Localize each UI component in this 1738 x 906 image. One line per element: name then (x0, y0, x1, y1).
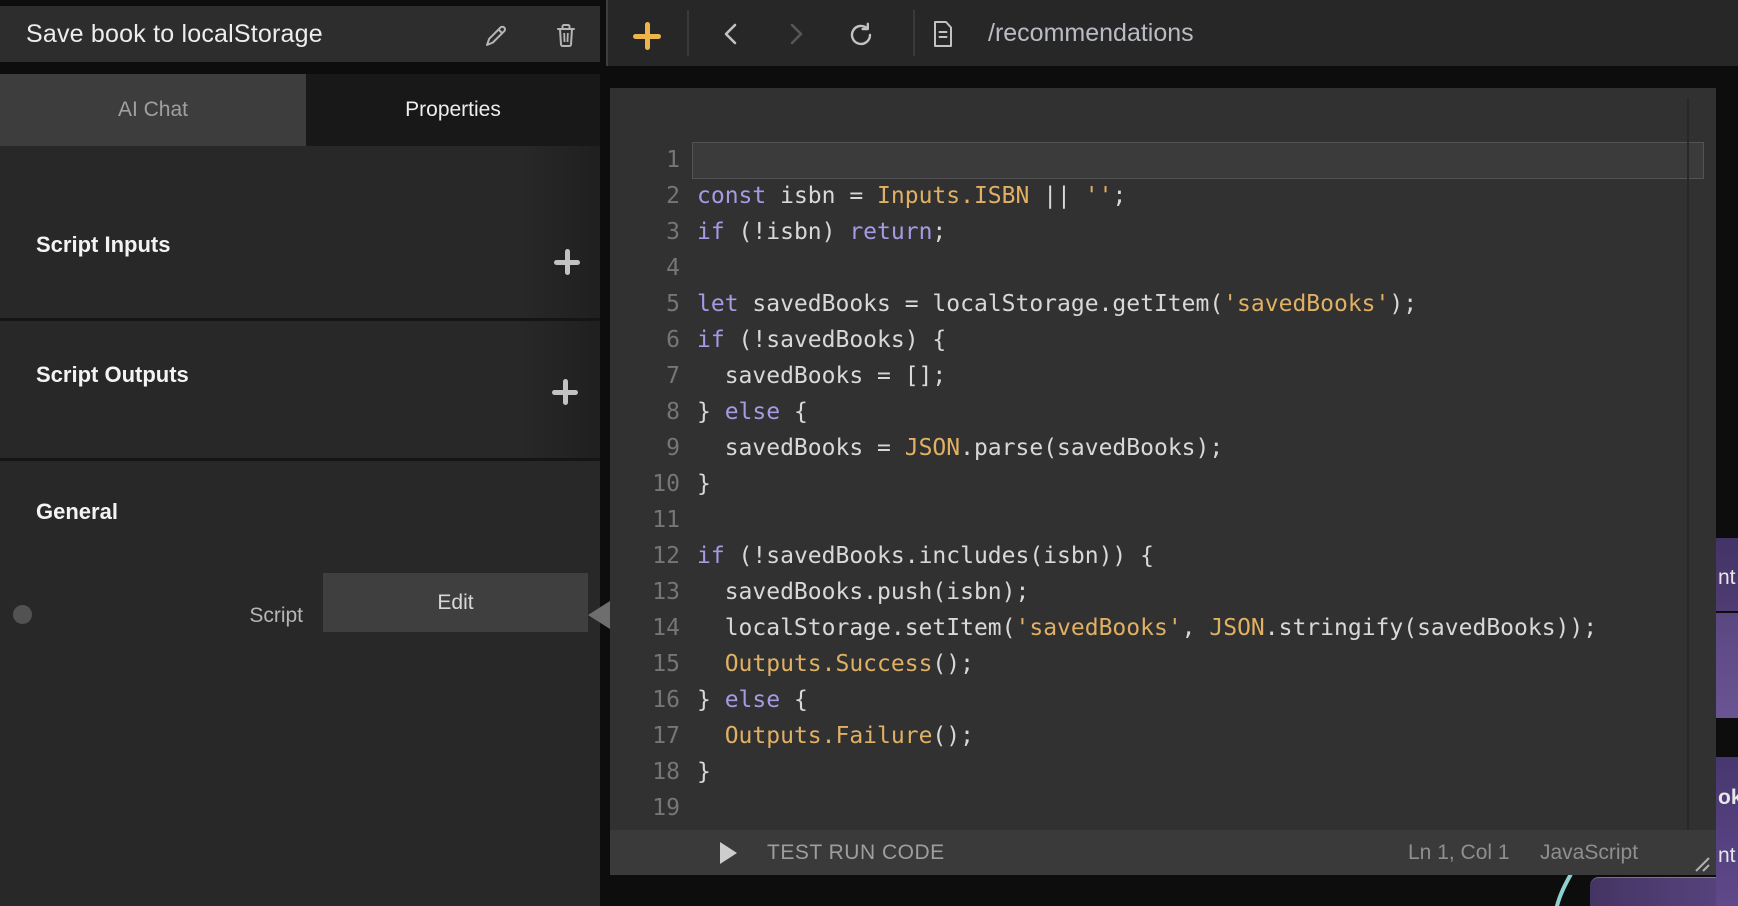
page-title: Save book to localStorage (26, 20, 323, 49)
toolbar-divider (687, 10, 689, 56)
line-number: 9 (610, 430, 680, 466)
code-line: savedBooks = JSON.parse(savedBooks); (697, 430, 1223, 466)
nav-back-button[interactable] (721, 23, 743, 50)
test-run-code-button[interactable]: TEST RUN CODE (720, 830, 945, 875)
code-line: Outputs.Success(); (697, 646, 974, 682)
line-number: 10 (610, 466, 680, 502)
code-line: } (697, 754, 711, 790)
editor-statusbar: TEST RUN CODE Ln 1, Col 1 JavaScript (610, 830, 1716, 875)
tab-properties[interactable]: Properties (306, 74, 600, 146)
canvas-fragment-text: nt (1718, 566, 1736, 590)
cursor-position-status: Ln 1, Col 1 (1408, 830, 1510, 875)
chevron-right-icon (784, 23, 806, 45)
current-line-highlight (692, 142, 1704, 179)
add-script-input-button[interactable] (553, 248, 581, 276)
document-icon (930, 20, 956, 48)
code-line: let savedBooks = localStorage.getItem('s… (697, 286, 1417, 322)
tab-properties-label: Properties (405, 98, 501, 122)
line-number: 2 (610, 178, 680, 214)
line-number: 3 (610, 214, 680, 250)
code-line: if (!savedBooks.includes(isbn)) { (697, 538, 1154, 574)
panel-tabbar: AI Chat Properties (0, 74, 600, 146)
preview-browser-chrome: /recommendations (606, 0, 1738, 66)
code-line: } (697, 466, 711, 502)
edit-script-button-label: Edit (437, 591, 473, 615)
edit-script-button[interactable]: Edit (323, 573, 588, 632)
resize-grip[interactable] (1692, 855, 1712, 878)
chevron-left-icon (721, 23, 743, 45)
panel-pointer-wedge (588, 601, 610, 629)
script-code-editor[interactable]: 12 const isbn = Inputs.ISBN || ''; 3 if (!i… (610, 88, 1716, 875)
code-line: savedBooks = []; (697, 358, 946, 394)
line-number: 17 (610, 718, 680, 754)
code-line: savedBooks.push(isbn); (697, 574, 1029, 610)
play-icon (720, 842, 737, 864)
page-document-icon (930, 20, 956, 53)
editor-scroll-line (1687, 98, 1689, 830)
delete-button[interactable] (551, 20, 581, 50)
code-line: localStorage.setItem('savedBooks', JSON.… (697, 610, 1597, 646)
line-number: 6 (610, 322, 680, 358)
plus-icon (563, 379, 568, 405)
line-number: 14 (610, 610, 680, 646)
refresh-button[interactable] (848, 22, 874, 53)
code-line: } else { (697, 682, 808, 718)
line-number: 18 (610, 754, 680, 790)
canvas-fragment-text: ok (1718, 786, 1738, 810)
panel-content: Script Inputs Script Outputs General Scr… (0, 146, 600, 906)
line-number: 7 (610, 358, 680, 394)
plus-icon (565, 249, 570, 275)
test-run-code-label: TEST RUN CODE (767, 841, 945, 865)
trash-icon (551, 20, 581, 50)
add-page-button[interactable] (633, 22, 661, 50)
line-number: 12 (610, 538, 680, 574)
line-number: 16 (610, 682, 680, 718)
canvas-purple-block: nt (1716, 538, 1738, 611)
section-header-general: General (36, 499, 118, 525)
code-line: } else { (697, 394, 808, 430)
line-number: 15 (610, 646, 680, 682)
tab-ai-chat-label: AI Chat (118, 98, 188, 122)
line-number: 1 (610, 142, 680, 178)
section-header-script-inputs: Script Inputs (36, 232, 170, 258)
add-script-output-button[interactable] (551, 378, 579, 406)
toolbar-divider (913, 10, 915, 56)
line-number: 4 (610, 250, 680, 286)
plus-icon (645, 22, 650, 50)
script-field-label: Script (143, 604, 303, 628)
pencil-icon (481, 21, 511, 51)
nav-forward-button[interactable] (784, 23, 806, 50)
tab-ai-chat[interactable]: AI Chat (0, 74, 306, 146)
canvas-purple-block (1716, 613, 1738, 718)
line-number: 8 (610, 394, 680, 430)
panel-edge-shadow (520, 146, 600, 460)
code-line: Outputs.Failure(); (697, 718, 974, 754)
canvas-fragment-text: nt (1718, 844, 1736, 868)
language-status: JavaScript (1540, 830, 1638, 875)
section-divider (0, 318, 600, 321)
refresh-icon (848, 22, 874, 48)
code-line: if (!isbn) return; (697, 214, 946, 250)
url-field[interactable]: /recommendations (988, 0, 1194, 66)
resize-grip-icon (1692, 855, 1712, 873)
code-line: if (!savedBooks) { (697, 322, 946, 358)
code-line: const isbn = Inputs.ISBN || ''; (697, 178, 1126, 214)
canvas-purple-block: ok nt (1716, 757, 1738, 906)
line-number: 19 (610, 790, 680, 826)
properties-panel: Save book to localStorage AI Chat Proper… (0, 0, 600, 906)
line-number: 11 (610, 502, 680, 538)
section-divider (0, 458, 600, 461)
line-number: 5 (610, 286, 680, 322)
edit-title-button[interactable] (481, 21, 511, 51)
section-header-script-outputs: Script Outputs (36, 362, 189, 388)
binding-indicator-dot (13, 605, 32, 624)
line-number: 13 (610, 574, 680, 610)
